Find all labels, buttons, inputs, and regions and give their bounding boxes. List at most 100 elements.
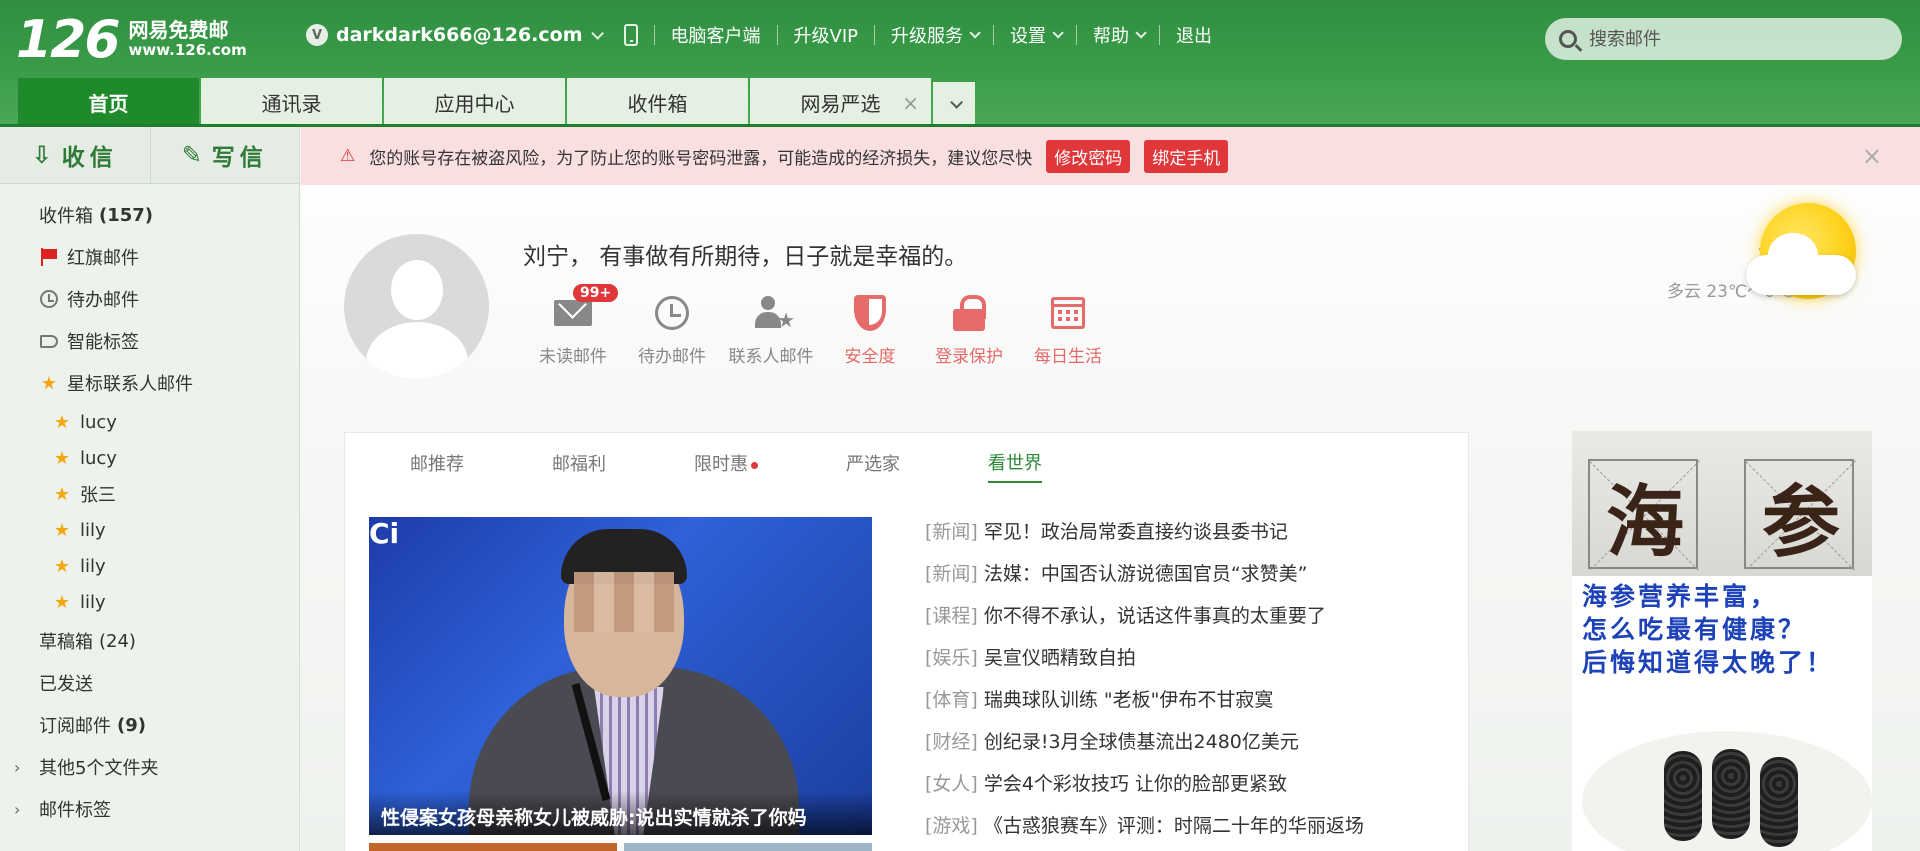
star-icon: ★ [53,447,71,469]
star-icon: ★ [53,483,71,505]
unread-mail-link[interactable]: 99+ 未读邮件 [523,284,623,367]
quick-link-label: 每日生活 [1034,347,1102,367]
compose-button[interactable]: ✎ 写信 [149,127,300,183]
news-category: [娱乐] [925,647,978,669]
chevron-down-icon[interactable] [590,26,604,40]
tab-app-center[interactable]: 应用中心 [384,78,565,127]
news-category: [新闻] [925,521,978,543]
news-title: 吴宣仪晒精致自拍 [983,647,1136,669]
desktop-client-link[interactable]: 电脑客户端 [671,22,761,48]
vip-badge-icon[interactable]: V [306,24,328,46]
tab-limited-offer[interactable]: 限时惠 [694,444,758,482]
news-item[interactable]: [新闻] 法媒：中国否认游说德国官员“求赞美” [925,559,1364,601]
news-item[interactable]: [财经] 创纪录!3月全球债基流出2480亿美元 [925,727,1364,769]
upgrade-vip-link[interactable]: 升级VIP [794,22,858,48]
close-icon[interactable]: × [1862,142,1882,170]
sidebar: ⇩ 收信 ✎ 写信 收件箱 (157) 红旗邮件 待办邮件 智能标签 ★ 星标联系… [0,127,300,851]
starred-contact-item[interactable]: ★ lily [0,584,299,620]
divider [1159,25,1160,45]
folder-other[interactable]: › 其他5个文件夹 [0,746,299,788]
compose-bar: ⇩ 收信 ✎ 写信 [0,127,299,184]
news-category: [女人] [925,773,978,795]
receive-button[interactable]: ⇩ 收信 [0,127,150,183]
quick-link-label: 待办邮件 [638,347,706,367]
more-tabs-button[interactable] [933,82,975,127]
settings-menu[interactable]: 设置 [1010,22,1064,48]
change-password-button[interactable]: 修改密码 [1046,139,1131,173]
folder-drafts[interactable]: 草稿箱 (24) [0,620,299,662]
quick-link-label: 安全度 [844,347,896,367]
close-icon[interactable]: × [902,91,919,115]
security-alert: ⚠ 您的账号存在被盗风险，为了防止您的账号密码泄露，可能造成的经济损失，建议您尽… [301,127,1920,185]
news-item[interactable]: [新闻] 罕见！政治局常委直接约谈县委书记 [925,517,1364,559]
tab-benefits[interactable]: 邮福利 [552,444,606,482]
blurred-face [574,572,674,632]
ad-char: 海 [1605,477,1684,568]
news-item[interactable]: [娱乐] 吴宣仪晒精致自拍 [925,643,1364,685]
contact-name: lily [80,519,106,541]
search-box[interactable] [1545,18,1902,60]
thumbnail[interactable] [624,843,872,851]
daily-life-link[interactable]: 每日生活 [1018,292,1118,367]
tab-yanxuan-home[interactable]: 严选家 [846,444,900,482]
news-category: [新闻] [925,563,978,585]
news-title: 学会4个彩妆技巧 让你的脸部更紧致 [983,773,1287,795]
tab-world-news[interactable]: 看世界 [988,443,1042,483]
news-item[interactable]: [女人] 学会4个彩妆技巧 让你的脸部更紧致 [925,769,1364,811]
logout-link[interactable]: 退出 [1176,22,1212,48]
brand-name: 网易免费邮 [128,18,229,42]
todo-mail-link[interactable]: 待办邮件 [622,292,722,367]
folder-starred-contacts[interactable]: ★ 星标联系人邮件 [0,362,299,404]
bind-phone-button[interactable]: 绑定手机 [1144,139,1229,173]
starred-contact-item[interactable]: ★ lucy [0,440,299,476]
search-icon[interactable] [1559,30,1577,48]
tab-recommend[interactable]: 邮推荐 [410,444,464,482]
folder-smart-tags[interactable]: 智能标签 [0,320,299,362]
ad-line: 怎么吃最有健康？ [1582,615,1807,644]
upgrade-service-menu[interactable]: 升级服务 [891,22,981,48]
thumbnail[interactable] [369,843,617,851]
tag-icon [40,334,58,348]
starred-contact-item[interactable]: ★ lucy [0,404,299,440]
search-input[interactable] [1589,28,1879,50]
folder-label: 草稿箱 [39,632,93,653]
news-category: [游戏] [925,815,978,837]
chevron-right-icon: › [14,799,21,819]
login-protection-link[interactable]: 登录保护 [919,292,1019,367]
folder-mail-tags[interactable]: › 邮件标签 [0,788,299,830]
featured-caption[interactable]: 性侵案女孩母亲称女儿被威胁:说出实情就杀了你妈 [369,791,872,835]
help-menu[interactable]: 帮助 [1093,22,1147,48]
starred-contact-item[interactable]: ★ lily [0,512,299,548]
folder-flagged[interactable]: 红旗邮件 [0,236,299,278]
avatar[interactable] [344,234,489,379]
new-dot-indicator [751,461,758,469]
logo[interactable]: 126 网易免费邮 www.126.com [16,14,247,66]
header: 126 网易免费邮 www.126.com V darkdark666@126.… [0,0,1920,127]
security-level-link[interactable]: 安全度 [820,292,920,367]
account-name[interactable]: darkdark666@126.com [336,24,583,46]
advertisement-banner[interactable]: 海 参 海参营养丰富， 怎么吃最有健康？ 后悔知道得太晚了！ [1572,431,1872,851]
starred-contact-item[interactable]: ★ lily [0,548,299,584]
news-item[interactable]: [课程] 你不得不承认，说话这件事真的太重要了 [925,601,1364,643]
tab-label: 限时惠 [694,454,748,475]
tab-contacts[interactable]: 通讯录 [201,78,382,127]
news-item[interactable]: [游戏] 《古惑狼赛车》评测：时隔二十年的华丽返场 [925,811,1364,851]
chevron-down-icon [1135,27,1147,39]
folder-inbox[interactable]: 收件箱 (157) [0,194,299,236]
settings-label: 设置 [1010,26,1046,47]
news-category: [体育] [925,689,978,711]
folder-subscriptions[interactable]: 订阅邮件 (9) [0,704,299,746]
tab-yanxuan[interactable]: 网易严选 × [750,78,931,127]
starred-contact-item[interactable]: ★ 张三 [0,476,299,512]
tab-home[interactable]: 首页 [18,78,199,127]
folder-label: 智能标签 [67,332,139,353]
mobile-phone-icon[interactable] [623,24,638,46]
folder-sent[interactable]: 已发送 [0,662,299,704]
star-icon: ★ [40,372,58,394]
featured-news-image[interactable]: Ci 性侵案女孩母亲称女儿被威胁:说出实情就杀了你妈 [369,517,872,835]
folder-todo[interactable]: 待办邮件 [0,278,299,320]
tab-inbox[interactable]: 收件箱 [567,78,748,127]
folder-label: 红旗邮件 [67,248,139,269]
news-item[interactable]: [体育] 瑞典球队训练 "老板"伊布不甘寂寞 [925,685,1364,727]
contact-mail-link[interactable]: ★ 联系人邮件 [721,292,821,367]
